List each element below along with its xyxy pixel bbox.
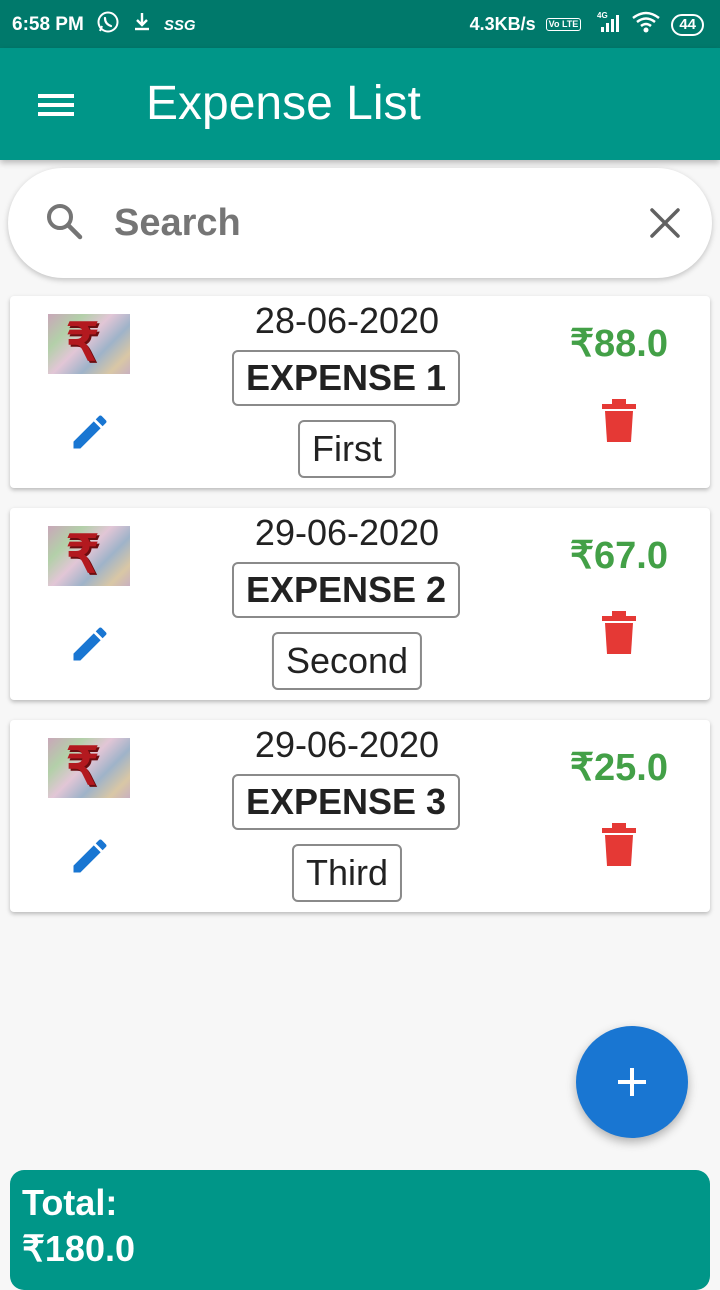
expense-image: ₹ bbox=[48, 738, 130, 798]
page-title: Expense List bbox=[146, 77, 421, 130]
trash-icon[interactable] bbox=[600, 822, 638, 868]
edit-icon[interactable] bbox=[68, 834, 112, 878]
trash-icon[interactable] bbox=[600, 610, 638, 656]
edit-icon[interactable] bbox=[68, 622, 112, 666]
expense-amount: ₹88.0 bbox=[569, 323, 668, 365]
expense-name: EXPENSE 3 bbox=[232, 774, 460, 830]
app-bar: Expense List bbox=[0, 48, 720, 160]
expense-description: First bbox=[298, 420, 396, 478]
total-label: Total: bbox=[22, 1182, 118, 1223]
volte-badge: Vo LTE bbox=[545, 18, 582, 31]
close-icon[interactable] bbox=[648, 206, 682, 240]
status-bar: 6:58 PM SSG 4.3KB/s Vo LTE 4G 44 bbox=[0, 0, 720, 48]
whatsapp-icon bbox=[96, 10, 120, 40]
expense-description: Third bbox=[291, 844, 403, 902]
wifi-icon bbox=[631, 10, 661, 39]
hamburger-line bbox=[38, 103, 74, 107]
total-panel: Total: ₹180.0 bbox=[10, 1170, 710, 1290]
rupee-icon: ₹ bbox=[66, 738, 100, 796]
hamburger-line bbox=[38, 112, 74, 116]
edit-icon[interactable] bbox=[68, 410, 112, 454]
battery-indicator: 44 bbox=[671, 13, 704, 36]
expense-image: ₹ bbox=[48, 314, 130, 374]
rupee-icon: ₹ bbox=[66, 314, 100, 372]
hamburger-menu-icon bbox=[38, 94, 74, 98]
expense-amount: ₹67.0 bbox=[569, 535, 668, 577]
rupee-icon: ₹ bbox=[66, 526, 100, 584]
add-expense-button[interactable] bbox=[576, 1026, 688, 1138]
expense-date: 29-06-2020 bbox=[254, 512, 440, 553]
expense-card[interactable]: ₹ 29-06-2020 EXPENSE 2 Second ₹67.0 bbox=[10, 508, 710, 700]
network-speed: 4.3KB/s bbox=[469, 14, 536, 34]
status-right: 4.3KB/s Vo LTE 4G 44 bbox=[470, 10, 704, 39]
plus-icon bbox=[618, 1068, 646, 1096]
search-bar bbox=[8, 168, 712, 278]
expense-image: ₹ bbox=[48, 526, 130, 586]
total-value: ₹180.0 bbox=[22, 1228, 135, 1269]
status-carrier: SSG bbox=[163, 16, 196, 34]
status-time: 6:58 PM bbox=[12, 14, 84, 35]
expense-date: 28-06-2020 bbox=[254, 300, 440, 341]
trash-icon[interactable] bbox=[600, 398, 638, 444]
status-left: 6:58 PM SSG bbox=[12, 10, 196, 40]
signal-icon: 4G bbox=[591, 10, 621, 39]
svg-text:4G: 4G bbox=[597, 11, 608, 20]
menu-button[interactable] bbox=[30, 86, 82, 124]
expense-date: 29-06-2020 bbox=[254, 724, 440, 765]
expense-name: EXPENSE 1 bbox=[232, 350, 460, 406]
expense-card[interactable]: ₹ 28-06-2020 EXPENSE 1 First ₹88.0 bbox=[10, 296, 710, 488]
search-icon bbox=[44, 201, 84, 241]
expense-description: Second bbox=[271, 632, 423, 690]
download-icon bbox=[132, 11, 152, 39]
expense-name: EXPENSE 2 bbox=[232, 562, 460, 618]
expense-amount: ₹25.0 bbox=[569, 747, 668, 789]
expense-card[interactable]: ₹ 29-06-2020 EXPENSE 3 Third ₹25.0 bbox=[10, 720, 710, 912]
search-input[interactable] bbox=[112, 194, 636, 252]
